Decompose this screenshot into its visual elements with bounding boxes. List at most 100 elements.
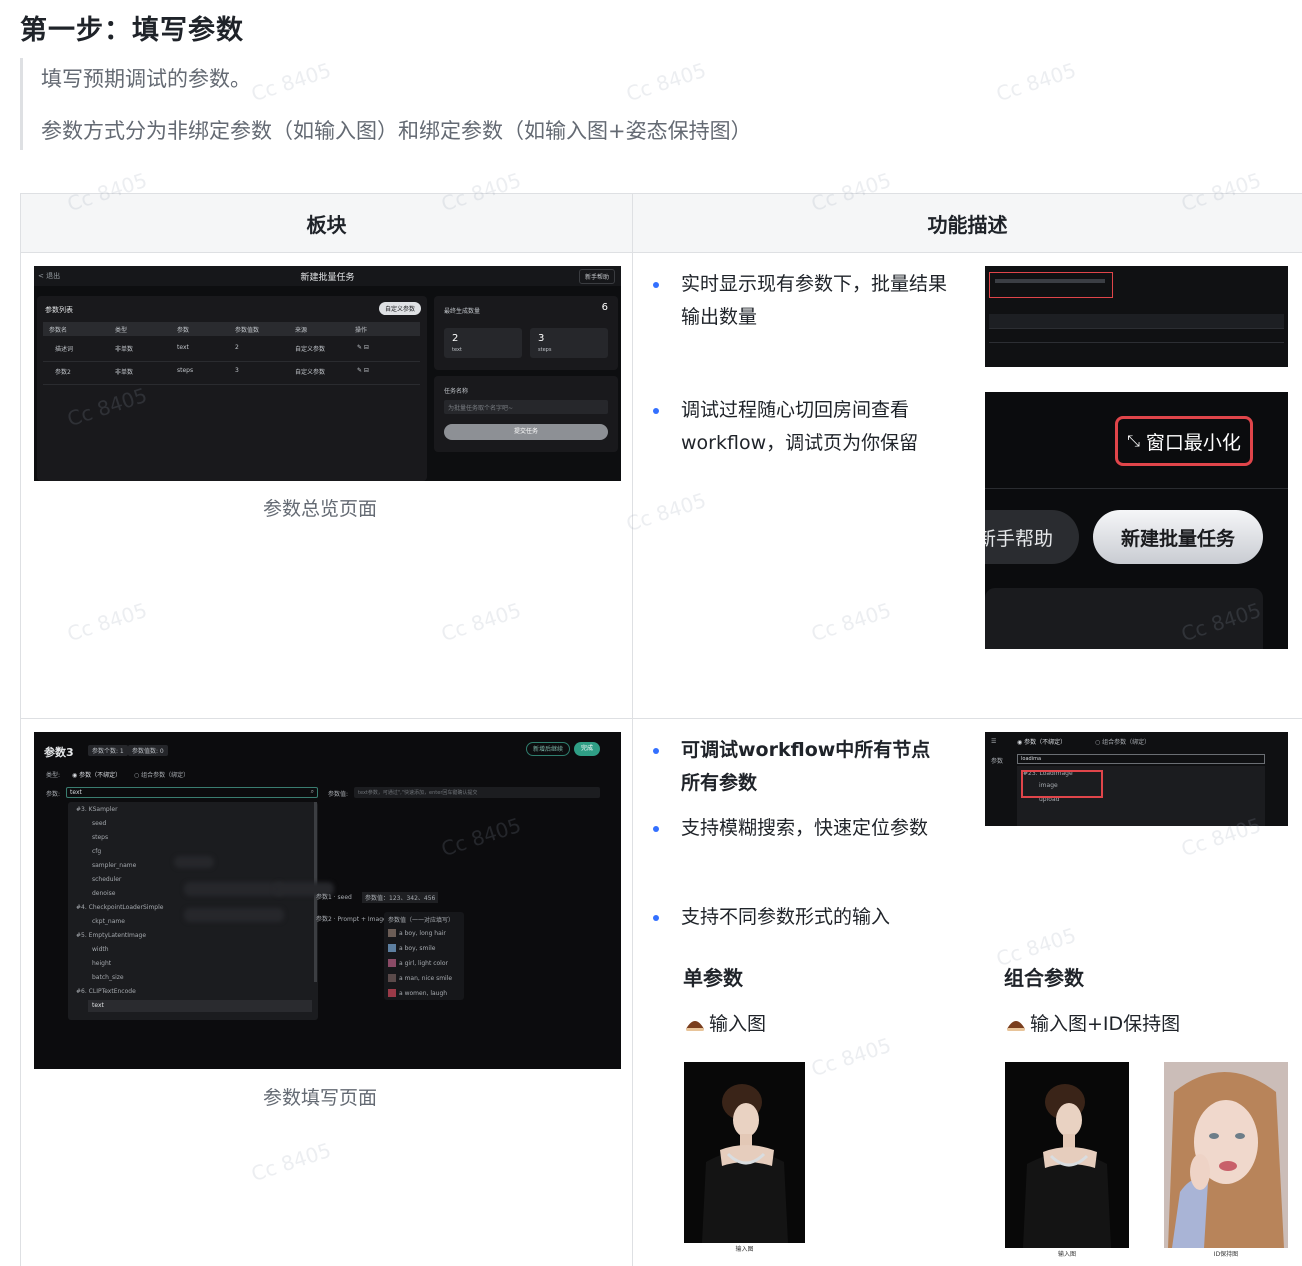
- tree-node: #5. EmptyLatentImage: [76, 932, 147, 939]
- tree-item-selected: text: [92, 1002, 104, 1009]
- cell: 自定义参数: [295, 346, 326, 353]
- single-param-title: 单参数: [683, 966, 743, 990]
- single-param-item: 输入图: [685, 1009, 766, 1036]
- tree-item: height: [92, 960, 112, 967]
- seed-values: 参数值：123、342、456: [362, 892, 439, 903]
- count-box-1: 2 text: [444, 328, 522, 358]
- cell: text: [177, 344, 189, 351]
- table-header-section: 板块: [21, 194, 633, 253]
- option-label: 组合参数（绑定）: [1102, 739, 1151, 746]
- col-count: 参数值数: [235, 327, 260, 334]
- type-option-single: ◉ 参数（不绑定）: [72, 772, 122, 779]
- panel-title: 参数列表: [45, 306, 73, 314]
- bullet-item: 调试过程随心切回房间查看workflow，调试页为你保留: [649, 394, 949, 460]
- card-placeholder: [985, 588, 1263, 649]
- count-box-2: 3 steps: [530, 328, 608, 358]
- tree-node: #3. KSampler: [76, 806, 118, 813]
- param-fill-caption: 参数填写页面: [263, 1087, 378, 1109]
- tree-item: batch_size: [92, 974, 124, 981]
- cell: 描述词: [55, 346, 74, 353]
- edit-icon: ✎ ⊟: [357, 344, 369, 351]
- input-image-photo: [684, 1062, 805, 1243]
- cell: steps: [177, 367, 194, 374]
- tree-item: denoise: [92, 890, 116, 897]
- box-value: 2: [452, 333, 459, 344]
- col-param: 参数: [177, 327, 190, 334]
- help-button: 新手帮助: [578, 269, 615, 284]
- item-label: 输入图: [709, 1013, 767, 1035]
- col-source: 来源: [295, 327, 308, 334]
- cell: 参数2: [55, 369, 71, 376]
- mini-row-line: [989, 328, 1284, 329]
- custom-param-button: 自定义参数: [378, 302, 421, 315]
- bullet-item: 支持不同参数形式的输入: [649, 901, 989, 934]
- tree-item: sampler_name: [92, 862, 137, 869]
- param-search-input: text ⌕: [66, 787, 318, 798]
- photo-caption: ID保持图: [1213, 1251, 1239, 1258]
- highlight-box: [989, 272, 1113, 298]
- item-text: a boy, long hair: [399, 930, 446, 937]
- quote-line-1: 填写预期调试的参数。: [41, 67, 251, 91]
- mini-row-line: [989, 342, 1284, 343]
- new-batch-task-pill: 新建批量任务: [1093, 510, 1263, 564]
- type-label: 类型:: [46, 772, 61, 779]
- box-label: steps: [538, 347, 552, 353]
- combo-param-title: 组合参数: [1004, 966, 1084, 990]
- fuzzy-search-screenshot: ☰ ◉ 参数（不绑定） ○ 组合参数（绑定） 参数 loadima #23. L…: [985, 732, 1288, 826]
- values-popover: 参数值（一一对应填写） a boy, long hair a boy, smil…: [384, 912, 464, 1000]
- cell: 非单数: [115, 346, 134, 353]
- popover-item: a man, nice smile: [388, 974, 452, 982]
- popover-item: a women, laugh: [388, 989, 447, 997]
- cell: 2: [235, 344, 239, 351]
- cell: 自定义参数: [295, 369, 326, 376]
- bullet-item: 实时显示现有参数下，批量结果输出数量: [649, 268, 949, 334]
- label: ☰: [991, 738, 997, 745]
- tree-item: cfg: [92, 848, 102, 855]
- tree-item: ckpt_name: [92, 918, 125, 925]
- combo-input-photo: [1005, 1062, 1129, 1248]
- param-list-panel: 参数列表 自定义参数 参数名 类型 参数 参数值数 来源 操作 描述词 非单数 …: [37, 296, 427, 481]
- blurred-text: [995, 279, 1105, 283]
- popover-item: a girl, light color: [388, 959, 448, 967]
- minimize-window-button: ⤡ 窗口最小化: [1115, 416, 1253, 466]
- done-button: 完成: [574, 742, 600, 756]
- popover-item: a boy, smile: [388, 944, 435, 952]
- edit-icon: ✎ ⊟: [357, 367, 369, 374]
- blurred-content: [184, 882, 284, 896]
- output-count-panel: 最终生成数量 6 2 text 3 steps: [434, 296, 618, 370]
- type-option-combo: ○ 组合参数（绑定）: [134, 772, 190, 779]
- highlight-box: [1021, 770, 1103, 798]
- cell: 3: [235, 367, 239, 374]
- col-type: 类型: [115, 327, 128, 334]
- search-input: loadima: [1017, 754, 1265, 764]
- tree-node: #4. CheckpointLoaderSimple: [76, 904, 164, 911]
- prompt-param-label: 参数2 · Prompt + Image: [316, 916, 387, 923]
- submit-task-button: 提交任务: [444, 424, 608, 440]
- param-label: 参数:: [46, 791, 61, 798]
- box-label: text: [452, 347, 462, 353]
- save-continue-button: 新增后继续: [526, 742, 570, 756]
- minimize-label: 窗口最小化: [1145, 431, 1241, 454]
- tree-item: seed: [92, 820, 107, 827]
- cell: 非单数: [115, 369, 134, 376]
- box-value: 3: [538, 333, 545, 344]
- help-pill: 新手帮助: [985, 510, 1079, 564]
- screenshot-title: 新建批量任务: [300, 273, 355, 283]
- task-name-panel: 任务名称 为批量任务取个名字吧~ 提交任务: [434, 376, 618, 452]
- table-row: 描述词 非单数 text 2 自定义参数 ✎ ⊟: [43, 340, 420, 362]
- chestnut-icon: [686, 1021, 704, 1031]
- column-divider: [632, 253, 633, 1266]
- option-combo: ○ 组合参数（绑定）: [1095, 739, 1151, 746]
- tree-node: #6. CLIPTextEncode: [76, 988, 136, 995]
- portrait-illustration: [684, 1062, 805, 1243]
- item-text: a women, laugh: [399, 990, 448, 997]
- blurred-content: [174, 856, 214, 868]
- param-count-tag: 参数个数: 1: [88, 745, 128, 756]
- item-text: a girl, light color: [399, 960, 448, 967]
- value-count-tag: 参数值数: 0: [128, 745, 168, 756]
- item-text: a boy, smile: [399, 945, 436, 952]
- chestnut-icon: [1007, 1021, 1025, 1031]
- screenshot-topbar: < 退出 新建批量任务 新手帮助: [34, 266, 621, 286]
- id-keep-photo: [1164, 1062, 1288, 1248]
- param-title: 参数3: [44, 746, 74, 759]
